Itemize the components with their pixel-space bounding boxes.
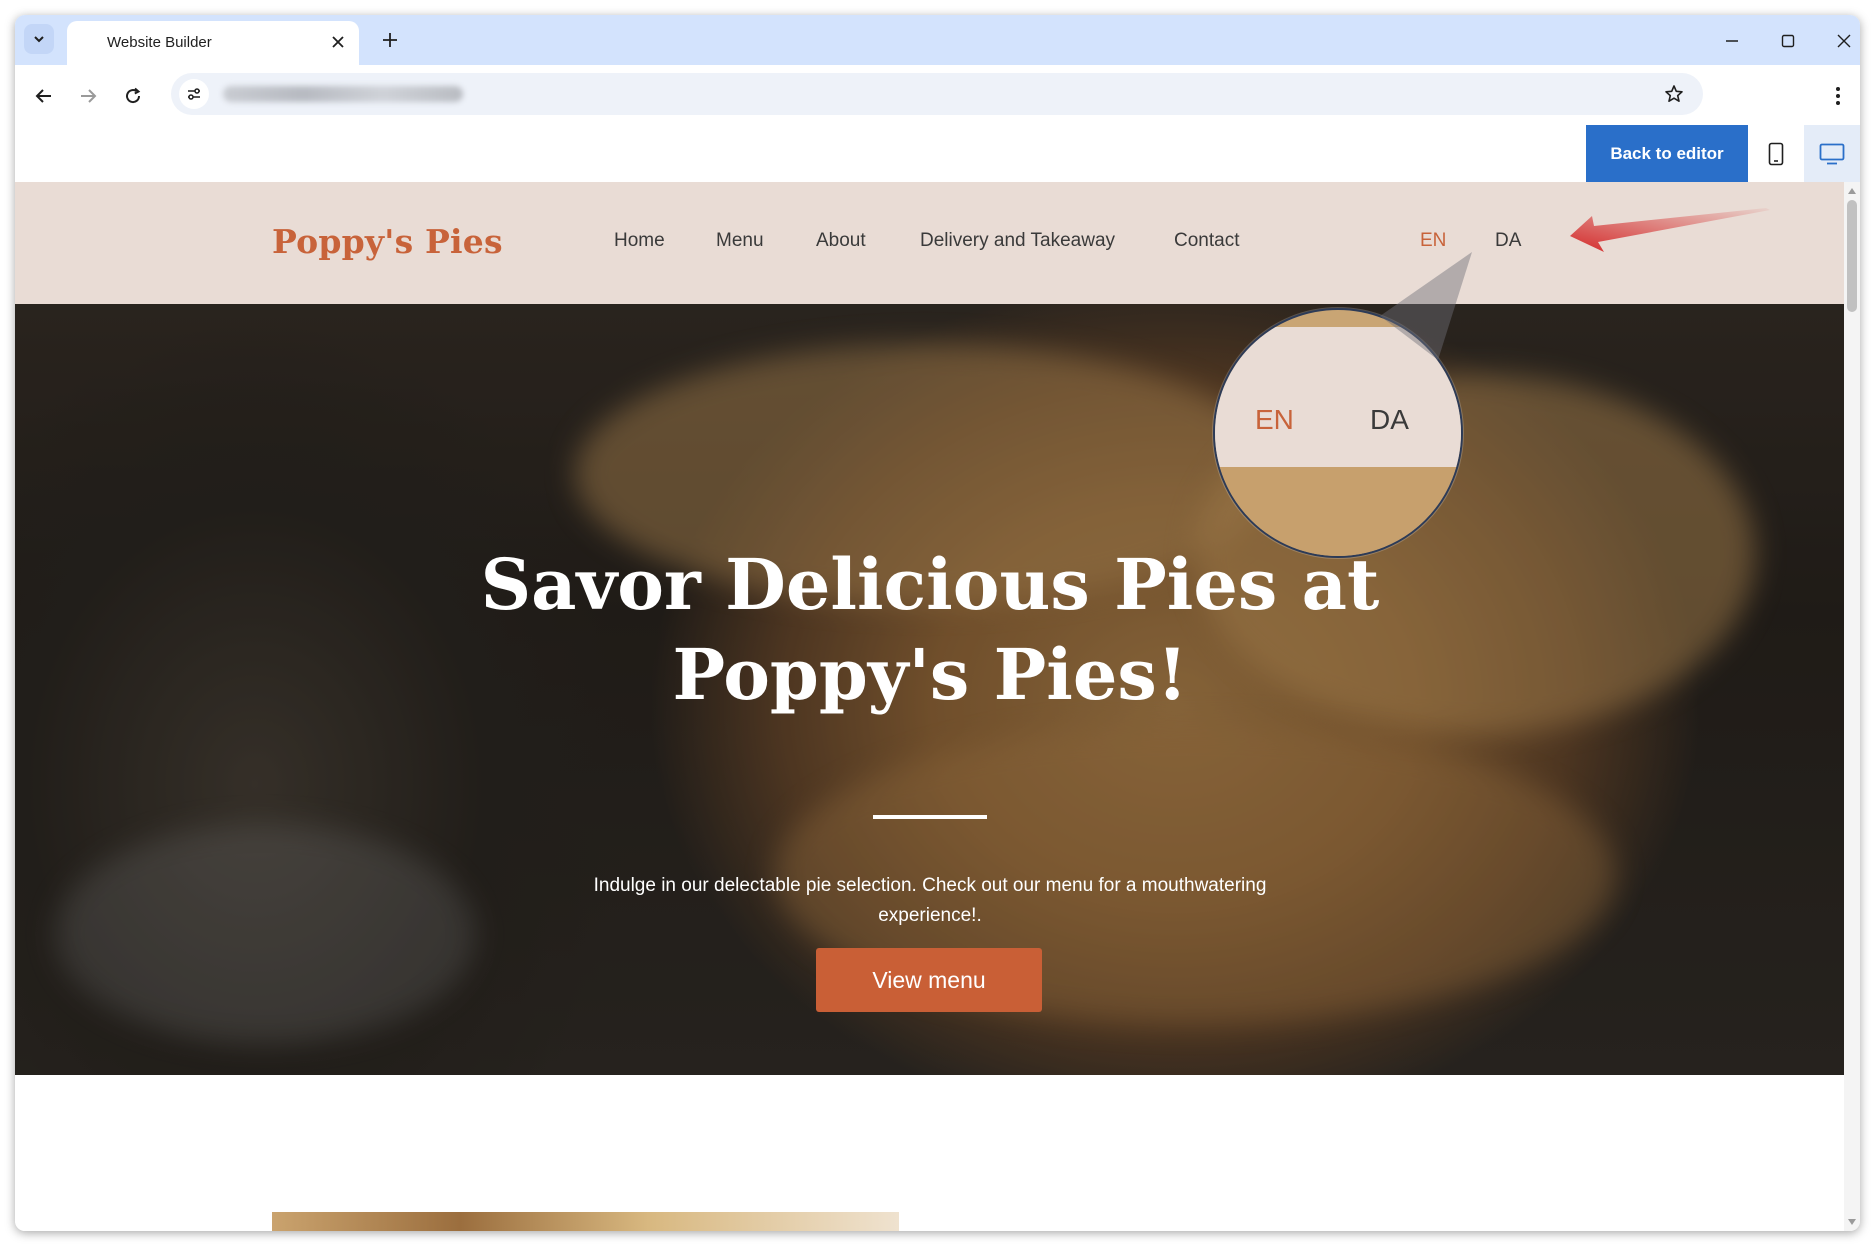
hero-divider <box>873 815 987 819</box>
view-menu-button[interactable]: View menu <box>816 948 1042 1012</box>
lang-en[interactable]: EN <box>1420 230 1446 252</box>
page-scrollbar[interactable] <box>1844 182 1860 1231</box>
tab-search-button[interactable] <box>24 24 54 54</box>
minimize-icon <box>1726 40 1738 42</box>
browser-toolbar <box>15 65 1860 126</box>
scroll-thumb[interactable] <box>1847 200 1857 312</box>
hero-title: Savor Delicious Pies at Poppy's Pies! <box>480 543 1380 716</box>
brand-logo[interactable]: Poppy's Pies <box>272 222 503 261</box>
reload-icon <box>126 87 141 104</box>
back-to-editor-button[interactable]: Back to editor <box>1586 125 1748 182</box>
site-preview: Poppy's Pies Home Menu About Delivery an… <box>15 182 1844 1231</box>
url-text-blurred <box>223 86 463 102</box>
new-tab-button[interactable] <box>377 27 403 53</box>
site-info-button[interactable] <box>179 79 209 109</box>
tab-close-button[interactable] <box>327 31 349 53</box>
tab-website-builder[interactable]: Website Builder <box>67 21 359 65</box>
forward-button[interactable] <box>73 81 103 111</box>
editor-preview-bar: Back to editor <box>15 125 1860 182</box>
zoom-lens-hero-band <box>1215 467 1461 556</box>
desktop-preview-button[interactable] <box>1804 125 1860 182</box>
nav-home[interactable]: Home <box>614 230 665 252</box>
desktop-icon <box>1819 143 1845 164</box>
bookmark-button[interactable] <box>1659 79 1689 109</box>
maximize-button[interactable] <box>1774 27 1802 55</box>
kebab-menu-icon <box>1836 87 1840 105</box>
chevron-down-icon <box>34 36 44 43</box>
close-window-button[interactable] <box>1830 27 1858 55</box>
screenshot-stage: Website Builder Back to editor Poppy's P… <box>0 0 1875 1246</box>
star-icon <box>1665 85 1683 102</box>
close-icon <box>332 36 344 48</box>
site-settings-icon <box>188 88 200 100</box>
section-image-peek <box>272 1212 899 1231</box>
browser-menu-button[interactable] <box>1823 81 1853 111</box>
plus-icon <box>383 33 397 47</box>
lang-da[interactable]: DA <box>1495 230 1521 252</box>
mobile-icon <box>1768 142 1784 165</box>
browser-window: Website Builder Back to editor Poppy's P… <box>15 15 1860 1231</box>
nav-contact[interactable]: Contact <box>1174 230 1239 252</box>
hero-subtitle: Indulge in our delectable pie selection.… <box>593 875 1267 926</box>
zoom-lang-da: DA <box>1370 404 1409 435</box>
zoom-lens-callout: EN DA <box>1213 308 1463 558</box>
reload-button[interactable] <box>118 81 148 111</box>
back-button[interactable] <box>29 81 59 111</box>
back-arrow-icon <box>35 89 51 103</box>
maximize-icon <box>1781 34 1795 48</box>
hero-section: Savor Delicious Pies at Poppy's Pies! In… <box>15 304 1844 1075</box>
nav-menu[interactable]: Menu <box>716 230 764 252</box>
scroll-down-arrow[interactable] <box>1847 1217 1857 1227</box>
close-icon <box>1837 34 1851 48</box>
tab-strip: Website Builder <box>15 15 1860 65</box>
zoom-lang-en: EN <box>1255 404 1294 435</box>
address-bar[interactable] <box>171 73 1703 115</box>
nav-delivery-takeaway[interactable]: Delivery and Takeaway <box>920 230 1115 252</box>
site-header: Poppy's Pies Home Menu About Delivery an… <box>15 182 1844 304</box>
scroll-up-arrow[interactable] <box>1847 186 1857 196</box>
nav-about[interactable]: About <box>816 230 866 252</box>
forward-arrow-icon <box>81 89 97 103</box>
zoom-lens-header-band <box>1215 327 1461 467</box>
mobile-preview-button[interactable] <box>1748 125 1804 182</box>
minimize-button[interactable] <box>1718 27 1746 55</box>
tab-title: Website Builder <box>107 34 212 51</box>
